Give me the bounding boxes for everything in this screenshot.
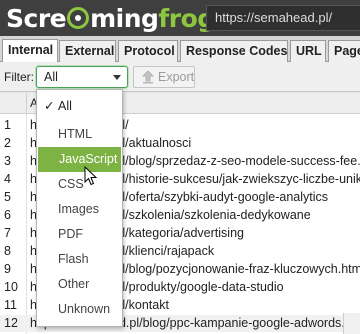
url-input[interactable]: https://semahead.pl/ bbox=[206, 5, 360, 31]
row-number: 4 bbox=[4, 172, 11, 186]
filter-option-flash[interactable]: Flash bbox=[37, 247, 122, 272]
filter-dropdown-menu: ✓ All HTML JavaScript CSS Images PDF Flas… bbox=[36, 89, 123, 327]
tab-url[interactable]: URL bbox=[290, 40, 326, 62]
filter-bar: Filter: All Export bbox=[0, 62, 360, 92]
filter-label: Filter: bbox=[4, 70, 34, 84]
row-number: 5 bbox=[4, 190, 11, 204]
logo-eye-icon bbox=[67, 7, 90, 29]
filter-selected-value: All bbox=[44, 70, 58, 84]
chevron-down-icon bbox=[113, 75, 121, 80]
row-number: 12 bbox=[4, 316, 18, 330]
export-button[interactable]: Export bbox=[133, 66, 195, 88]
logo-text-part: Scre bbox=[6, 3, 67, 33]
filter-option-images[interactable]: Images bbox=[37, 197, 122, 222]
row-number: 6 bbox=[4, 208, 11, 222]
tab-external[interactable]: External bbox=[59, 40, 116, 62]
row-number: 10 bbox=[4, 280, 18, 294]
column-divider bbox=[26, 93, 27, 114]
option-label: All bbox=[58, 99, 72, 113]
logo-text-part: ming bbox=[90, 3, 159, 33]
filter-option-all[interactable]: ✓ All bbox=[37, 94, 122, 119]
tab-internal[interactable]: Internal bbox=[2, 39, 58, 63]
export-label: Export bbox=[158, 70, 195, 84]
row-number: 11 bbox=[4, 298, 17, 312]
filter-option-unknown[interactable]: Unknown bbox=[37, 297, 122, 322]
mouse-cursor-icon bbox=[84, 166, 98, 186]
filter-option-javascript[interactable]: JavaScript bbox=[38, 147, 121, 172]
tab-bar: Internal External Protocol Response Code… bbox=[0, 36, 360, 63]
screaming-frog-logo: Scre ming frog bbox=[6, 3, 215, 33]
scrollbar-corner bbox=[343, 313, 360, 334]
row-number: 3 bbox=[4, 154, 11, 168]
filter-option-css[interactable]: CSS bbox=[37, 172, 122, 197]
title-bar: Scre ming frog https://semahead.pl/ bbox=[0, 0, 360, 36]
row-number: 7 bbox=[4, 226, 11, 240]
row-number: 1 bbox=[4, 118, 11, 132]
tab-response-codes[interactable]: Response Codes bbox=[180, 40, 288, 62]
tab-page[interactable]: Page bbox=[328, 40, 360, 62]
filter-option-html[interactable]: HTML bbox=[37, 122, 122, 147]
checkmark-icon: ✓ bbox=[44, 99, 55, 113]
filter-option-other[interactable]: Other bbox=[37, 272, 122, 297]
filter-select[interactable]: All bbox=[36, 66, 128, 88]
upload-icon bbox=[142, 70, 154, 84]
row-number: 9 bbox=[4, 262, 11, 276]
filter-option-pdf[interactable]: PDF bbox=[37, 222, 122, 247]
tab-protocol[interactable]: Protocol bbox=[118, 40, 178, 62]
row-number: 8 bbox=[4, 244, 11, 258]
row-number: 2 bbox=[4, 136, 11, 150]
